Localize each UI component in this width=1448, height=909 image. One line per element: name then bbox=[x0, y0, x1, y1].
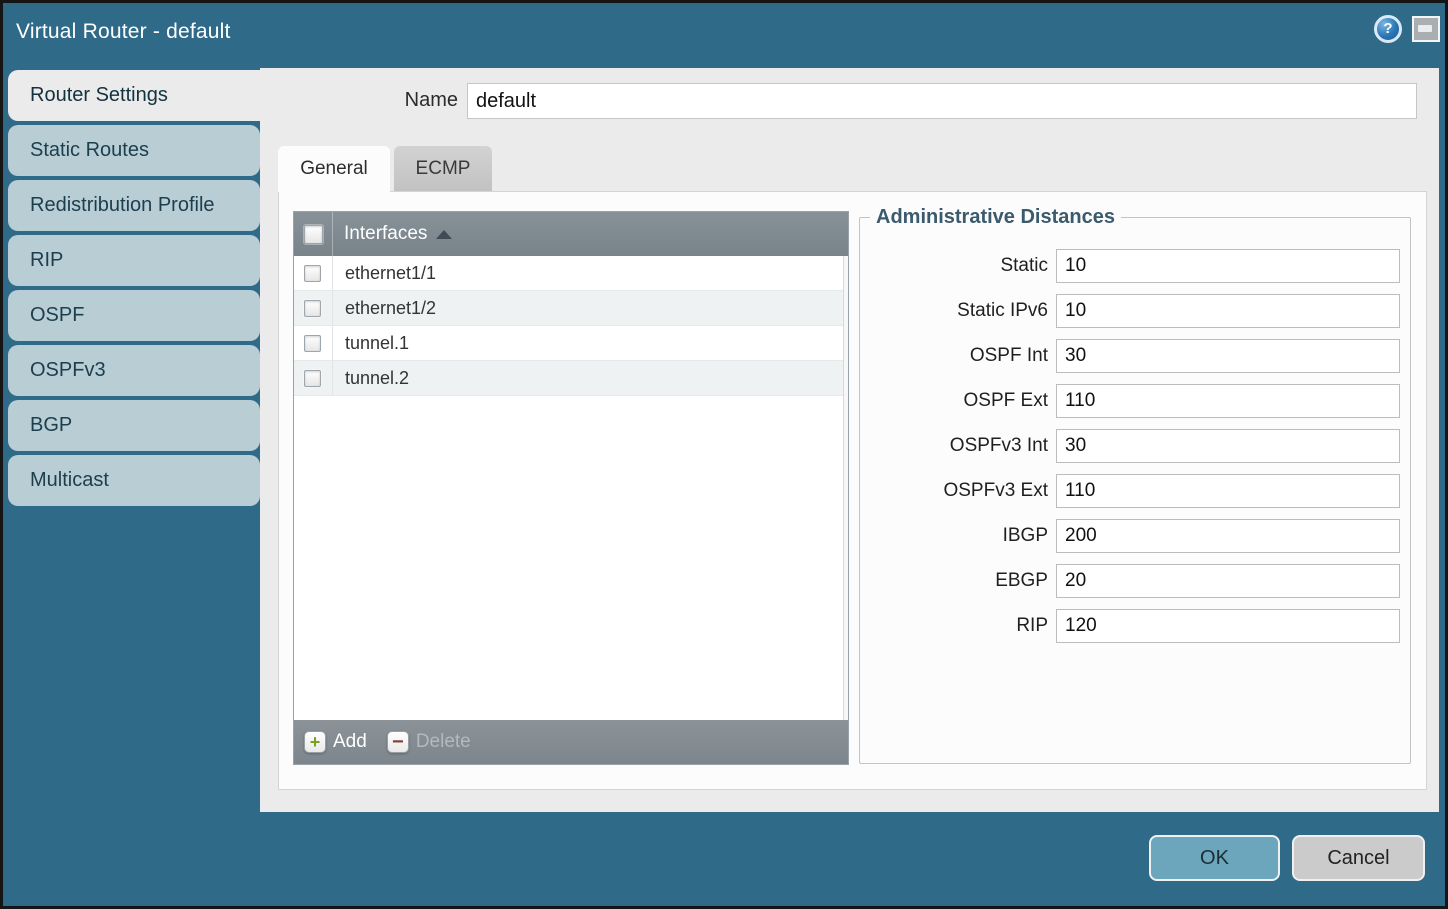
delete-button[interactable]: − Delete bbox=[387, 731, 471, 753]
dialog-title: Virtual Router - default bbox=[16, 20, 231, 44]
row-separator bbox=[332, 256, 333, 290]
sidebar-item-redistribution-profile[interactable]: Redistribution Profile bbox=[8, 180, 260, 231]
table-scrollbar[interactable] bbox=[843, 256, 848, 720]
interfaces-column-header[interactable]: Interfaces bbox=[294, 212, 848, 256]
rip-input[interactable] bbox=[1056, 609, 1400, 643]
row-checkbox[interactable] bbox=[304, 335, 321, 352]
administrative-distances-fieldset: Administrative Distances Static Static I… bbox=[859, 206, 1411, 764]
interface-name: ethernet1/2 bbox=[345, 298, 436, 319]
row-checkbox[interactable] bbox=[304, 265, 321, 282]
tab-general[interactable]: General bbox=[278, 146, 390, 192]
ibgp-label: IBGP bbox=[866, 525, 1048, 547]
interfaces-column-title: Interfaces bbox=[344, 223, 427, 245]
ospf-int-label: OSPF Int bbox=[866, 345, 1048, 367]
add-button[interactable]: + Add bbox=[304, 731, 367, 753]
sidebar-item-bgp[interactable]: BGP bbox=[8, 400, 260, 451]
tab-ecmp[interactable]: ECMP bbox=[394, 146, 492, 191]
row-checkbox[interactable] bbox=[304, 370, 321, 387]
rip-label: RIP bbox=[866, 615, 1048, 637]
ospf-ext-label: OSPF Ext bbox=[866, 390, 1048, 412]
add-plus-icon: + bbox=[304, 731, 326, 753]
column-separator bbox=[332, 212, 333, 256]
ospf-ext-input[interactable] bbox=[1056, 384, 1400, 418]
help-icon[interactable]: ? bbox=[1374, 15, 1402, 43]
field-row: RIP bbox=[866, 609, 1400, 643]
sidebar-item-ospfv3[interactable]: OSPFv3 bbox=[8, 345, 260, 396]
interface-name: tunnel.1 bbox=[345, 333, 409, 354]
row-separator bbox=[332, 326, 333, 360]
general-tab-panel: Interfaces ethernet1/1 ethernet1/2 bbox=[278, 191, 1427, 790]
ok-button[interactable]: OK bbox=[1149, 835, 1280, 881]
static-ipv6-input[interactable] bbox=[1056, 294, 1400, 328]
cancel-button[interactable]: Cancel bbox=[1292, 835, 1425, 881]
row-checkbox[interactable] bbox=[304, 300, 321, 317]
field-row: OSPF Int bbox=[866, 339, 1400, 373]
sidebar-item-multicast[interactable]: Multicast bbox=[8, 455, 260, 506]
delete-minus-icon: − bbox=[387, 731, 409, 753]
ospfv3-ext-label: OSPFv3 Ext bbox=[866, 480, 1048, 502]
interfaces-table-body: ethernet1/1 ethernet1/2 tunnel.1 bbox=[294, 256, 848, 720]
content-area: Name General ECMP Interfaces ethernet1/1 bbox=[260, 68, 1439, 812]
field-row: OSPFv3 Ext bbox=[866, 474, 1400, 508]
static-ipv6-label: Static IPv6 bbox=[866, 300, 1048, 322]
static-label: Static bbox=[866, 255, 1048, 277]
sidebar-item-router-settings[interactable]: Router Settings bbox=[8, 70, 260, 121]
table-toolbar: + Add − Delete bbox=[294, 720, 848, 764]
administrative-distances-legend: Administrative Distances bbox=[870, 206, 1121, 229]
row-separator bbox=[332, 361, 333, 395]
virtual-router-dialog: Virtual Router - default ? Router Settin… bbox=[0, 0, 1448, 909]
table-row[interactable]: tunnel.1 bbox=[294, 326, 848, 361]
table-row[interactable]: ethernet1/1 bbox=[294, 256, 848, 291]
ebgp-input[interactable] bbox=[1056, 564, 1400, 598]
sidebar-item-static-routes[interactable]: Static Routes bbox=[8, 125, 260, 176]
field-row: IBGP bbox=[866, 519, 1400, 553]
sidebar: Router Settings Static Routes Redistribu… bbox=[0, 68, 260, 812]
ospf-int-input[interactable] bbox=[1056, 339, 1400, 373]
ibgp-input[interactable] bbox=[1056, 519, 1400, 553]
add-button-label: Add bbox=[333, 731, 367, 753]
title-bar: Virtual Router - default ? bbox=[0, 0, 1448, 68]
field-row: EBGP bbox=[866, 564, 1400, 598]
interfaces-table: Interfaces ethernet1/1 ethernet1/2 bbox=[293, 211, 849, 765]
ospfv3-int-input[interactable] bbox=[1056, 429, 1400, 463]
table-row[interactable]: tunnel.2 bbox=[294, 361, 848, 396]
table-row[interactable]: ethernet1/2 bbox=[294, 291, 848, 326]
sort-ascending-icon bbox=[436, 230, 452, 239]
ebgp-label: EBGP bbox=[866, 570, 1048, 592]
field-row: Static IPv6 bbox=[866, 294, 1400, 328]
field-row: OSPFv3 Int bbox=[866, 429, 1400, 463]
field-row: Static bbox=[866, 249, 1400, 283]
static-input[interactable] bbox=[1056, 249, 1400, 283]
name-label: Name bbox=[350, 89, 458, 112]
row-separator bbox=[332, 291, 333, 325]
ospfv3-ext-input[interactable] bbox=[1056, 474, 1400, 508]
name-input[interactable] bbox=[467, 83, 1417, 119]
delete-button-label: Delete bbox=[416, 731, 471, 753]
field-row: OSPF Ext bbox=[866, 384, 1400, 418]
sidebar-item-ospf[interactable]: OSPF bbox=[8, 290, 260, 341]
minimize-icon[interactable] bbox=[1412, 16, 1440, 42]
interface-name: tunnel.2 bbox=[345, 368, 409, 389]
interface-name: ethernet1/1 bbox=[345, 263, 436, 284]
ospfv3-int-label: OSPFv3 Int bbox=[866, 435, 1048, 457]
select-all-checkbox[interactable] bbox=[304, 225, 323, 244]
sidebar-item-rip[interactable]: RIP bbox=[8, 235, 260, 286]
